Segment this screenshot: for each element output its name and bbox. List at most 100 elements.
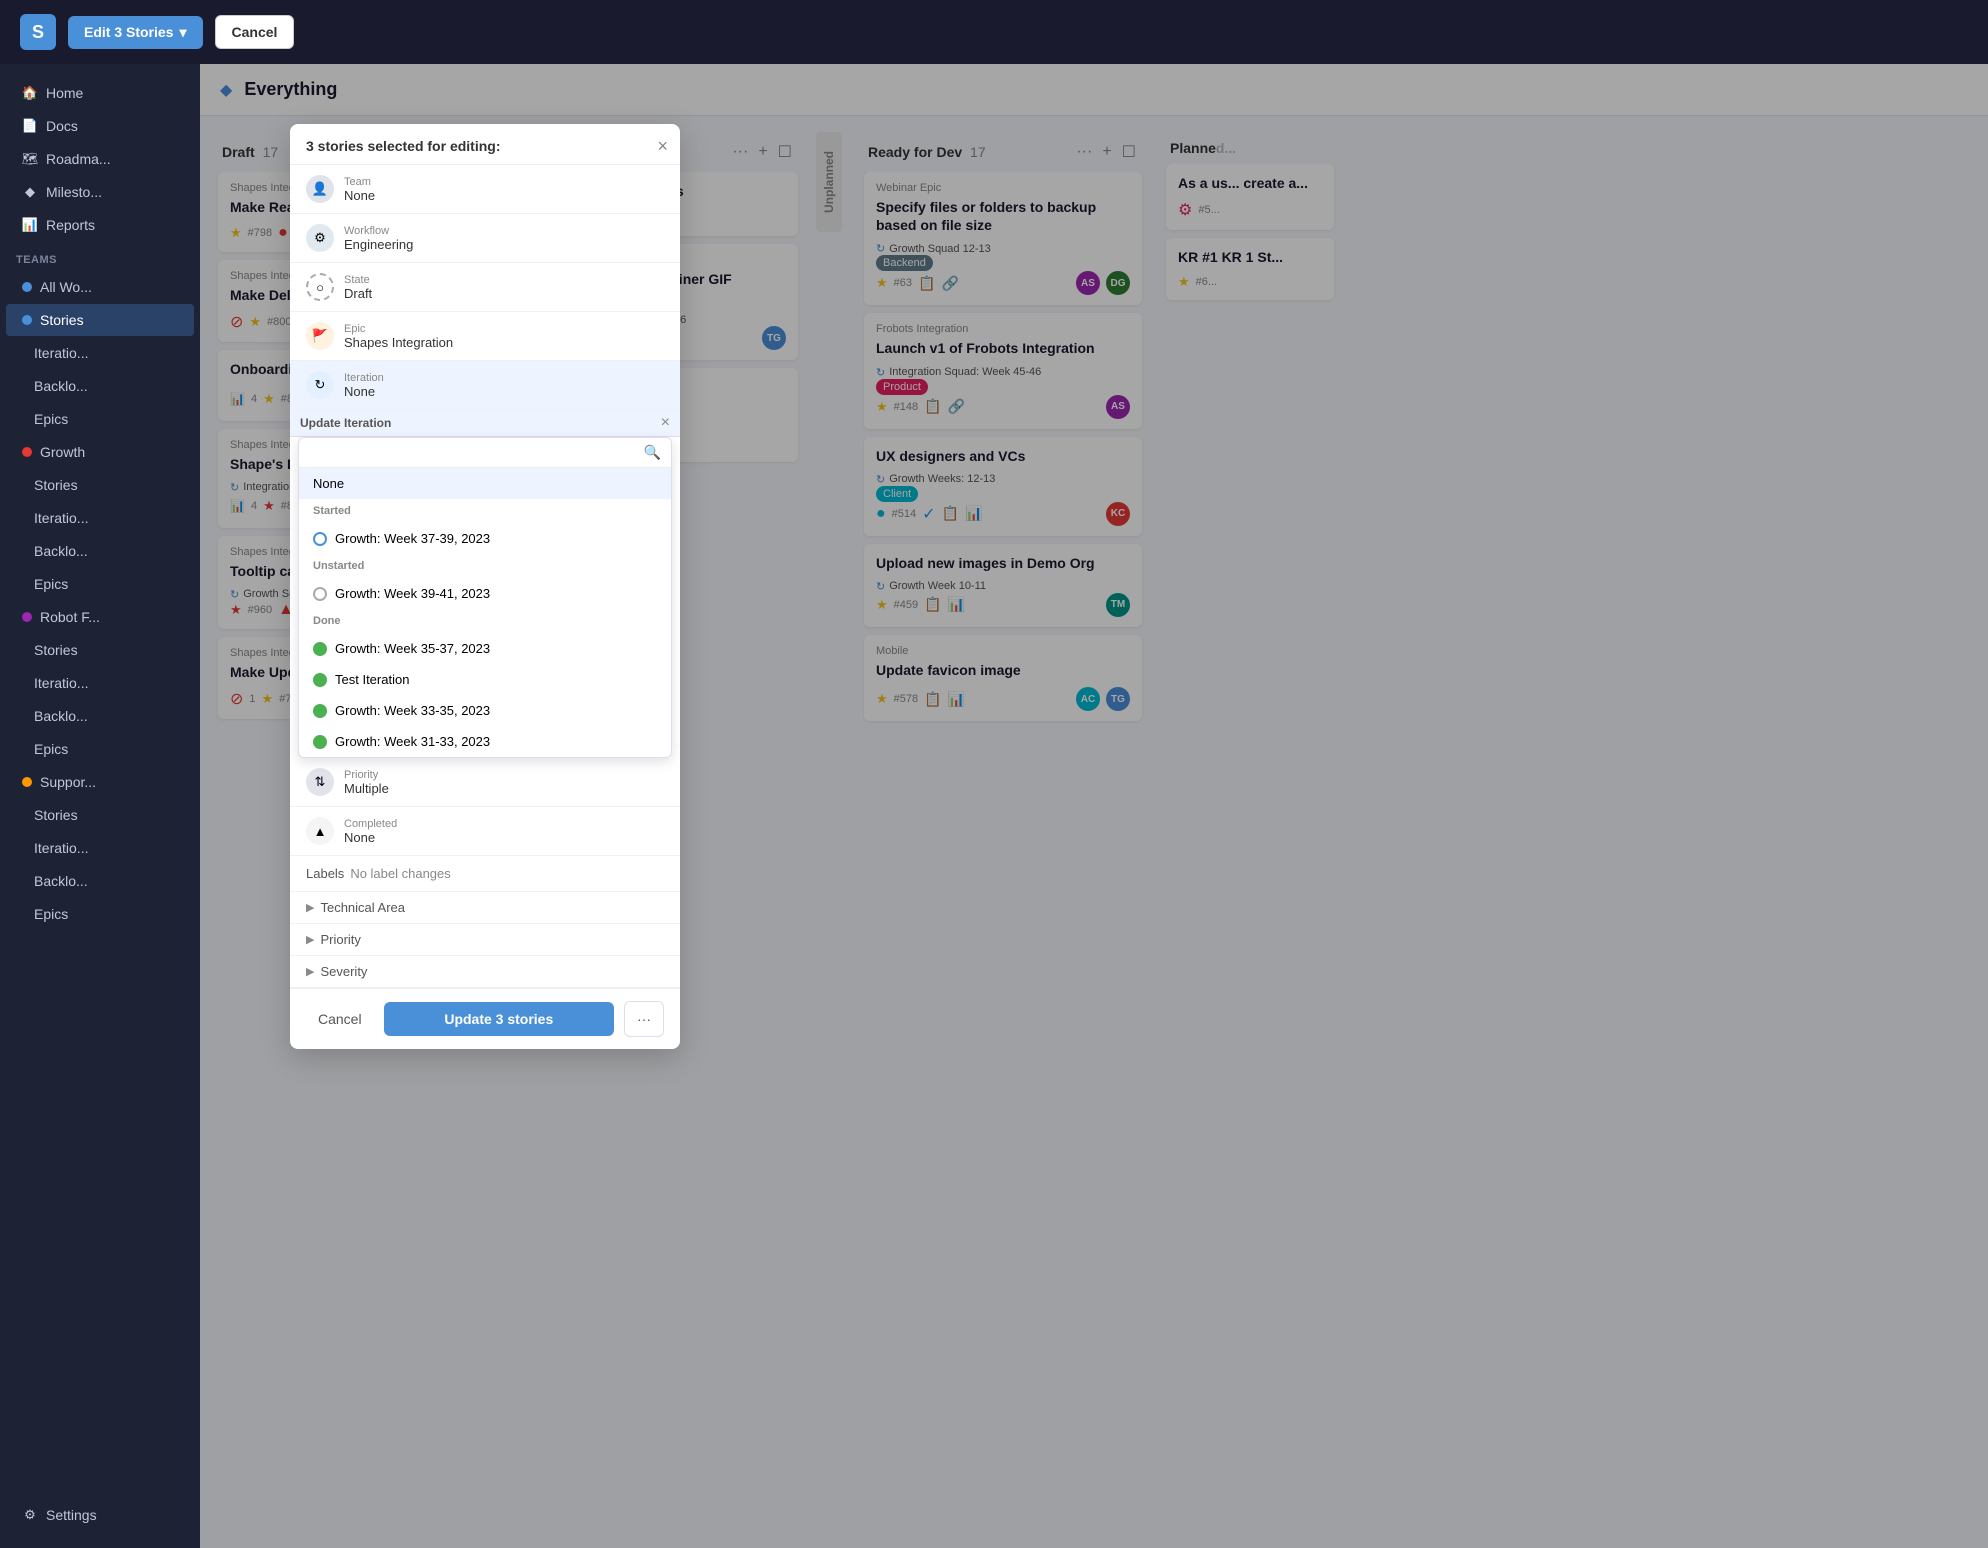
section-unstarted: Unstarted <box>299 554 671 578</box>
state-icon: ○ <box>306 273 334 301</box>
priority-expand-label: Priority <box>320 932 360 947</box>
dropdown-close-button[interactable]: × <box>661 414 670 432</box>
teams-section-header: Teams <box>0 242 200 270</box>
roadmap-icon: 🗺 <box>22 151 38 167</box>
completed-value: None <box>344 830 664 845</box>
sidebar-item-milestones[interactable]: ◆ Milesto... <box>6 176 194 208</box>
expand-severity[interactable]: ▶ Severity <box>290 956 680 988</box>
sidebar-item-robot-stories[interactable]: Stories <box>6 634 194 666</box>
chevron-right-icon3: ▶ <box>306 965 314 978</box>
sidebar-item-epics[interactable]: Epics <box>6 403 194 435</box>
iteration-done-icon3 <box>313 704 327 718</box>
state-label: State <box>344 274 664 286</box>
section-started: Started <box>299 499 671 523</box>
dropdown-option-week39-41[interactable]: Growth: Week 39-41, 2023 <box>299 578 671 609</box>
option-label-week37-39: Growth: Week 37-39, 2023 <box>335 531 490 546</box>
dropdown-option-none[interactable]: None <box>299 468 671 499</box>
iteration-row-icon: ↻ <box>306 371 334 399</box>
sidebar-item-robot-iter[interactable]: Iteratio... <box>6 667 194 699</box>
modal-row-workflow: ⚙ Workflow Engineering <box>290 214 680 263</box>
state-value: Draft <box>344 286 664 301</box>
dropdown-option-test-iter[interactable]: Test Iteration <box>299 664 671 695</box>
sidebar-item-all-workspaces[interactable]: All Wo... <box>6 271 194 303</box>
labels-value: No label changes <box>350 866 450 881</box>
modal-row-iteration[interactable]: ↻ Iteration None <box>290 361 680 410</box>
sidebar-item-robot-epics[interactable]: Epics <box>6 733 194 765</box>
sidebar-item-backlog[interactable]: Backlo... <box>6 370 194 402</box>
sidebar-item-robot-backlog[interactable]: Backlo... <box>6 700 194 732</box>
iteration-label: Iteration <box>344 372 664 384</box>
dropdown-header: Update Iteration × <box>290 410 680 437</box>
dropdown-option-week37-39[interactable]: Growth: Week 37-39, 2023 <box>299 523 671 554</box>
sidebar-item-growth-iter[interactable]: Iteratio... <box>6 502 194 534</box>
epic-label: Epic <box>344 323 664 335</box>
iteration-done-icon1 <box>313 642 327 656</box>
team-icon: 👤 <box>306 175 334 203</box>
sidebar-item-docs[interactable]: 📄 Docs <box>6 110 194 142</box>
expand-priority[interactable]: ▶ Priority <box>290 924 680 956</box>
sidebar-item-reports[interactable]: 📊 Reports <box>6 209 194 241</box>
sidebar-item-stories[interactable]: Stories <box>6 304 194 336</box>
modal-cancel-button[interactable]: Cancel <box>306 1002 374 1036</box>
sidebar-item-support-iter[interactable]: Iteratio... <box>6 832 194 864</box>
option-label-week31-33: Growth: Week 31-33, 2023 <box>335 734 490 749</box>
modal-header: 3 stories selected for editing: × <box>290 124 680 165</box>
sidebar-item-home[interactable]: 🏠 Home <box>6 77 194 109</box>
sidebar-item-growth-stories[interactable]: Stories <box>6 469 194 501</box>
modal-row-team: 👤 Team None <box>290 165 680 214</box>
dropdown-search-input[interactable] <box>309 445 638 460</box>
sidebar-item-robot[interactable]: Robot F... <box>6 601 194 633</box>
sidebar-item-growth-backlog[interactable]: Backlo... <box>6 535 194 567</box>
dropdown-option-week35-37[interactable]: Growth: Week 35-37, 2023 <box>299 633 671 664</box>
app-logo: S <box>20 14 56 50</box>
home-icon: 🏠 <box>22 85 38 101</box>
sidebar-item-iterations[interactable]: Iteratio... <box>6 337 194 369</box>
team-value: None <box>344 188 664 203</box>
modal-row-priority: ⇅ Priority Multiple <box>290 758 680 807</box>
iteration-started-icon <box>313 532 327 546</box>
edit-stories-button[interactable]: Edit 3 Stories ▾ <box>68 16 203 49</box>
modal-row-completed: ▲ Completed None <box>290 807 680 856</box>
none-label: None <box>313 476 344 491</box>
sidebar-item-roadmap[interactable]: 🗺 Roadma... <box>6 143 194 175</box>
modal-row-epic: 🚩 Epic Shapes Integration <box>290 312 680 361</box>
workflow-label: Workflow <box>344 225 664 237</box>
sidebar-item-settings[interactable]: ⚙ Settings <box>6 1499 194 1531</box>
modal-more-button[interactable]: ··· <box>624 1001 664 1037</box>
sidebar-item-growth-epics[interactable]: Epics <box>6 568 194 600</box>
dropdown-option-week31-33[interactable]: Growth: Week 31-33, 2023 <box>299 726 671 757</box>
milestone-icon: ◆ <box>22 184 38 200</box>
team-dot-growth <box>22 447 32 457</box>
sidebar-item-support-epics[interactable]: Epics <box>6 898 194 930</box>
chevron-right-icon2: ▶ <box>306 933 314 946</box>
cancel-top-button[interactable]: Cancel <box>215 15 295 49</box>
sidebar-item-support-stories[interactable]: Stories <box>6 799 194 831</box>
epic-value: Shapes Integration <box>344 335 664 350</box>
sidebar-item-growth[interactable]: Growth <box>6 436 194 468</box>
sidebar-item-support[interactable]: Suppor... <box>6 766 194 798</box>
technical-area-label: Technical Area <box>320 900 405 915</box>
iteration-dropdown: Update Iteration × 🔍 None Started Growth… <box>290 410 680 758</box>
sidebar-item-support-backlog[interactable]: Backlo... <box>6 865 194 897</box>
modal-row-state: ○ State Draft <box>290 263 680 312</box>
content-area: ◆ Everything Draft 17 ··· + ☐ Shapes Int… <box>200 64 1988 1548</box>
modal-close-button[interactable]: × <box>657 136 668 157</box>
iteration-unstarted-icon <box>313 587 327 601</box>
iteration-value: None <box>344 384 664 399</box>
expand-technical-area[interactable]: ▶ Technical Area <box>290 892 680 924</box>
team-dot-robot <box>22 612 32 622</box>
workflow-icon: ⚙ <box>306 224 334 252</box>
severity-label: Severity <box>320 964 367 979</box>
modal-update-button[interactable]: Update 3 stories <box>384 1002 614 1036</box>
docs-icon: 📄 <box>22 118 38 134</box>
modal-row-content-epic: Epic Shapes Integration <box>344 323 664 350</box>
sidebar: 🏠 Home 📄 Docs 🗺 Roadma... ◆ Milesto... 📊… <box>0 64 200 1548</box>
modal-row-content-state: State Draft <box>344 274 664 301</box>
dropdown-option-week33-35[interactable]: Growth: Week 33-35, 2023 <box>299 695 671 726</box>
option-label-week33-35: Growth: Week 33-35, 2023 <box>335 703 490 718</box>
priority-row-icon: ⇅ <box>306 768 334 796</box>
chevron-right-icon: ▶ <box>306 901 314 914</box>
iteration-done-icon2 <box>313 673 327 687</box>
team-dot <box>22 315 32 325</box>
option-label-week39-41: Growth: Week 39-41, 2023 <box>335 586 490 601</box>
